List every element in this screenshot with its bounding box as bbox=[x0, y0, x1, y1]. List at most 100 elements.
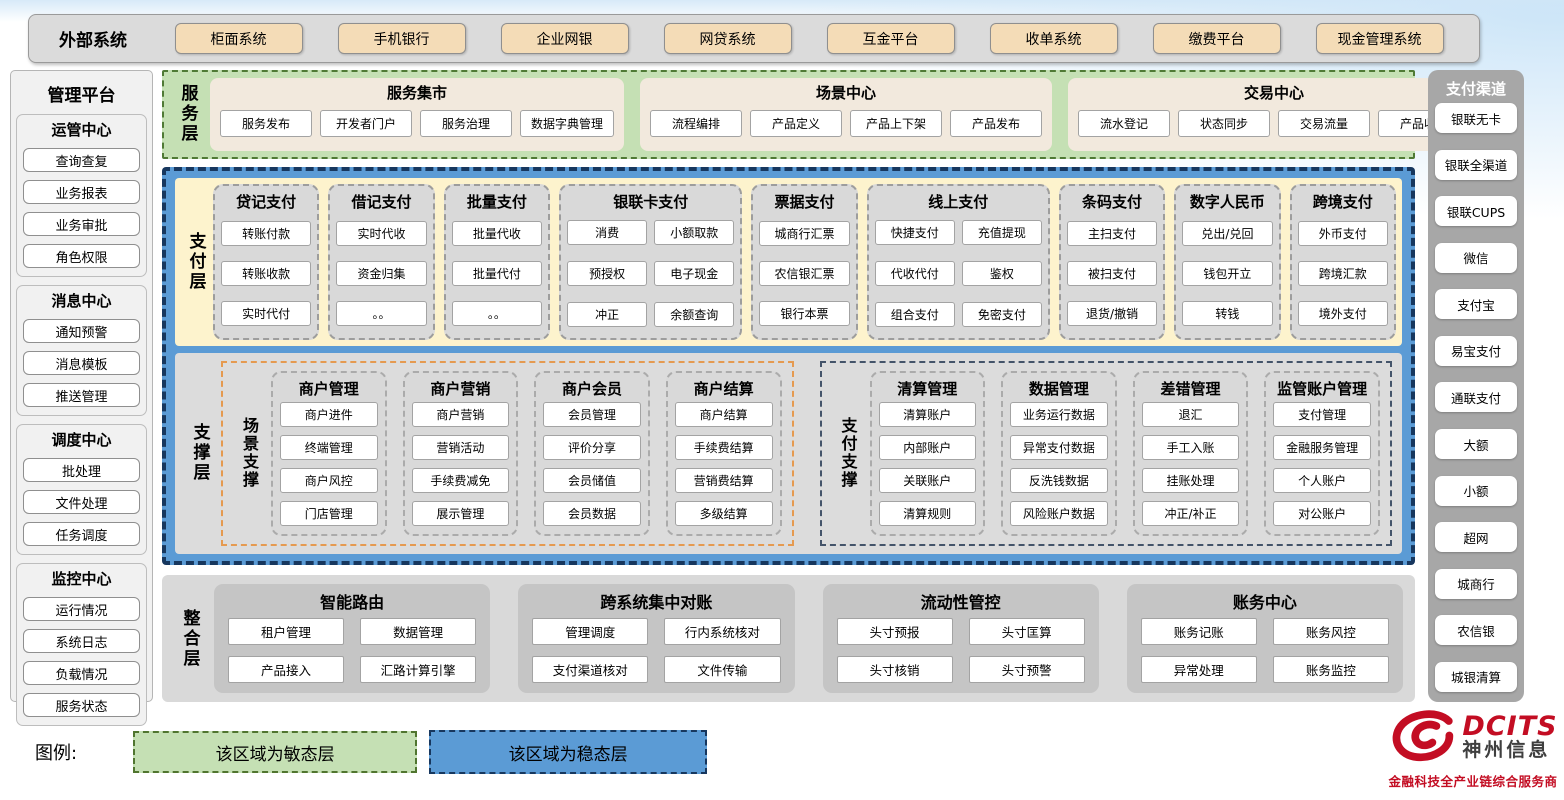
payment-channel-chip: 银联全渠道 bbox=[1435, 150, 1517, 180]
logo-tagline: 金融科技全产业链综合服务商 bbox=[1388, 771, 1557, 790]
module-chip: 免密支付 bbox=[962, 302, 1042, 327]
payment-channel-chip: 微信 bbox=[1435, 243, 1517, 273]
support-section: 支付支撑清算管理清算账户内部账户关联账户清算规则数据管理业务运行数据异常支付数据… bbox=[820, 361, 1393, 546]
group-title: 跨系统集中对账 bbox=[532, 589, 780, 613]
module-chip: 数据字典管理 bbox=[520, 110, 614, 137]
group-items: 租户管理数据管理产品接入汇路计算引擎 bbox=[228, 618, 476, 683]
stable-layer-box: 支付层 贷记支付转账付款转账收款实时代付借记支付实时代收资金归集。。批量支付批量… bbox=[162, 167, 1415, 565]
module-chip: 租户管理 bbox=[228, 618, 344, 645]
service-group: 场景中心流程编排产品定义产品上下架产品发布 bbox=[640, 78, 1052, 151]
payment-channel-chip: 通联支付 bbox=[1435, 382, 1517, 412]
module-chip: 产品接入 bbox=[228, 656, 344, 683]
management-group: 运管中心查询查复业务报表业务审批角色权限 bbox=[16, 114, 147, 277]
group-title: 跨境支付 bbox=[1298, 191, 1388, 212]
service-group: 服务集市服务发布开发者门户服务治理数据字典管理 bbox=[210, 78, 624, 151]
module-chip: 角色权限 bbox=[23, 244, 140, 268]
module-chip: 多级结算 bbox=[675, 501, 773, 526]
module-chip: 产品发布 bbox=[950, 110, 1042, 137]
module-chip: 负载情况 bbox=[23, 661, 140, 685]
module-chip: 清算规则 bbox=[879, 501, 977, 526]
module-chip: 服务状态 bbox=[23, 693, 140, 717]
group-items: 商户营销营销活动手续费减免展示管理 bbox=[412, 402, 510, 526]
module-chip: 商户风控 bbox=[280, 468, 378, 493]
module-chip: 清算账户 bbox=[879, 402, 977, 427]
module-chip: 异常支付数据 bbox=[1010, 435, 1108, 460]
module-chip: 预授权 bbox=[567, 261, 647, 286]
legend: 图例: 该区域为敏态层 该区域为稳态层 bbox=[35, 730, 707, 774]
group-title: 条码支付 bbox=[1067, 191, 1157, 212]
service-layer-groups: 服务集市服务发布开发者门户服务治理数据字典管理场景中心流程编排产品定义产品上下架… bbox=[210, 78, 1480, 151]
service-group: 交易中心流水登记状态同步交易流量产品收益 bbox=[1068, 78, 1480, 151]
support-group: 商户会员会员管理评价分享会员储值会员数据 bbox=[534, 371, 650, 536]
payment-group: 批量支付批量代收批量代付。。 bbox=[444, 184, 550, 340]
group-title: 账务中心 bbox=[1141, 589, 1389, 613]
module-chip: 鉴权 bbox=[962, 261, 1042, 286]
group-title: 商户结算 bbox=[675, 378, 773, 399]
payment-group: 线上支付快捷支付充值提现代收代付鉴权组合支付免密支付 bbox=[867, 184, 1050, 340]
group-items: 城商行汇票农信银汇票银行本票 bbox=[759, 216, 849, 331]
external-systems-label: 外部系统 bbox=[59, 26, 127, 51]
group-items: 消费小额取款预授权电子现金冲正余额查询 bbox=[567, 216, 734, 331]
group-title: 监控中心 bbox=[23, 568, 140, 589]
support-section: 场景支撑商户管理商户进件终端管理商户风控门店管理商户营销商户营销营销活动手续费减… bbox=[221, 361, 794, 546]
module-chip: 账务风控 bbox=[1273, 618, 1389, 645]
management-group: 调度中心批处理文件处理任务调度 bbox=[16, 424, 147, 555]
module-chip: 业务审批 bbox=[23, 212, 140, 236]
payment-channel-chip: 大额 bbox=[1435, 429, 1517, 459]
payment-channel-chip: 支付宝 bbox=[1435, 289, 1517, 319]
module-chip: 交易流量 bbox=[1278, 110, 1370, 137]
group-items: 管理调度行内系统核对支付渠道核对文件传输 bbox=[532, 618, 780, 683]
external-system-chip: 互金平台 bbox=[827, 23, 955, 54]
group-items: 账务记账账务风控异常处理账务监控 bbox=[1141, 618, 1389, 683]
payment-group: 条码支付主扫支付被扫支付退货/撤销 bbox=[1059, 184, 1165, 340]
logo-name: DCITS bbox=[1462, 713, 1557, 741]
group-title: 消息中心 bbox=[23, 290, 140, 311]
payment-platform-architecture-diagram: 外部系统 柜面系统手机银行企业网银网贷系统互金平台收单系统缴费平台现金管理系统 … bbox=[0, 0, 1564, 800]
support-group: 监管账户管理支付管理金融服务管理个人账户对公账户 bbox=[1264, 371, 1380, 536]
module-chip: 商户结算 bbox=[675, 402, 773, 427]
management-group: 消息中心通知预警消息模板推送管理 bbox=[16, 285, 147, 416]
module-chip: 批处理 bbox=[23, 458, 140, 482]
module-chip: 电子现金 bbox=[654, 261, 734, 286]
group-items: 业务运行数据异常支付数据反洗钱数据风险账户数据 bbox=[1010, 402, 1108, 526]
integration-layer: 整合层 智能路由租户管理数据管理产品接入汇路计算引擎跨系统集中对账管理调度行内系… bbox=[162, 575, 1415, 702]
module-chip: 支付管理 bbox=[1273, 402, 1371, 427]
module-chip: 支付渠道核对 bbox=[532, 656, 648, 683]
group-title: 线上支付 bbox=[875, 191, 1042, 212]
module-chip: 系统日志 bbox=[23, 629, 140, 653]
group-items: 外币支付跨境汇款境外支付 bbox=[1298, 216, 1388, 331]
module-chip: 手续费结算 bbox=[675, 435, 773, 460]
module-chip: 反洗钱数据 bbox=[1010, 468, 1108, 493]
module-chip: 挂账处理 bbox=[1142, 468, 1240, 493]
payment-layer: 支付层 贷记支付转账付款转账收款实时代付借记支付实时代收资金归集。。批量支付批量… bbox=[175, 178, 1402, 346]
module-chip: 实时代付 bbox=[221, 301, 311, 326]
section-label: 场景支撑 bbox=[233, 371, 265, 536]
module-chip: 。。 bbox=[452, 301, 542, 326]
group-title: 交易中心 bbox=[1078, 82, 1470, 103]
module-chip: 风险账户数据 bbox=[1010, 501, 1108, 526]
module-chip: 代收代付 bbox=[875, 261, 955, 286]
module-chip: 商户进件 bbox=[280, 402, 378, 427]
module-chip: 开发者门户 bbox=[320, 110, 412, 137]
module-chip: 数据管理 bbox=[360, 618, 476, 645]
external-system-chip: 缴费平台 bbox=[1153, 23, 1281, 54]
module-chip: 头寸匡算 bbox=[969, 618, 1085, 645]
module-chip: 实时代收 bbox=[336, 221, 426, 246]
group-title: 票据支付 bbox=[759, 191, 849, 212]
module-chip: 管理调度 bbox=[532, 618, 648, 645]
module-chip: 终端管理 bbox=[280, 435, 378, 460]
integration-group: 智能路由租户管理数据管理产品接入汇路计算引擎 bbox=[214, 584, 490, 693]
group-title: 批量支付 bbox=[452, 191, 542, 212]
module-chip: 快捷支付 bbox=[875, 220, 955, 245]
module-chip: 产品定义 bbox=[750, 110, 842, 137]
module-chip: 运行情况 bbox=[23, 597, 140, 621]
module-chip: 内部账户 bbox=[879, 435, 977, 460]
support-layer-sections: 场景支撑商户管理商户进件终端管理商户风控门店管理商户营销商户营销营销活动手续费减… bbox=[221, 361, 1392, 546]
section-label: 支付支撑 bbox=[832, 371, 864, 536]
module-chip: 业务运行数据 bbox=[1010, 402, 1108, 427]
payment-channel-chip: 银联CUPS bbox=[1435, 196, 1517, 226]
main-layers: 服务层 服务集市服务发布开发者门户服务治理数据字典管理场景中心流程编排产品定义产… bbox=[162, 70, 1415, 702]
module-chip: 冲正 bbox=[567, 302, 647, 327]
group-items: 兑出/兑回钱包开立转钱 bbox=[1182, 216, 1272, 331]
external-system-chip: 收单系统 bbox=[990, 23, 1118, 54]
